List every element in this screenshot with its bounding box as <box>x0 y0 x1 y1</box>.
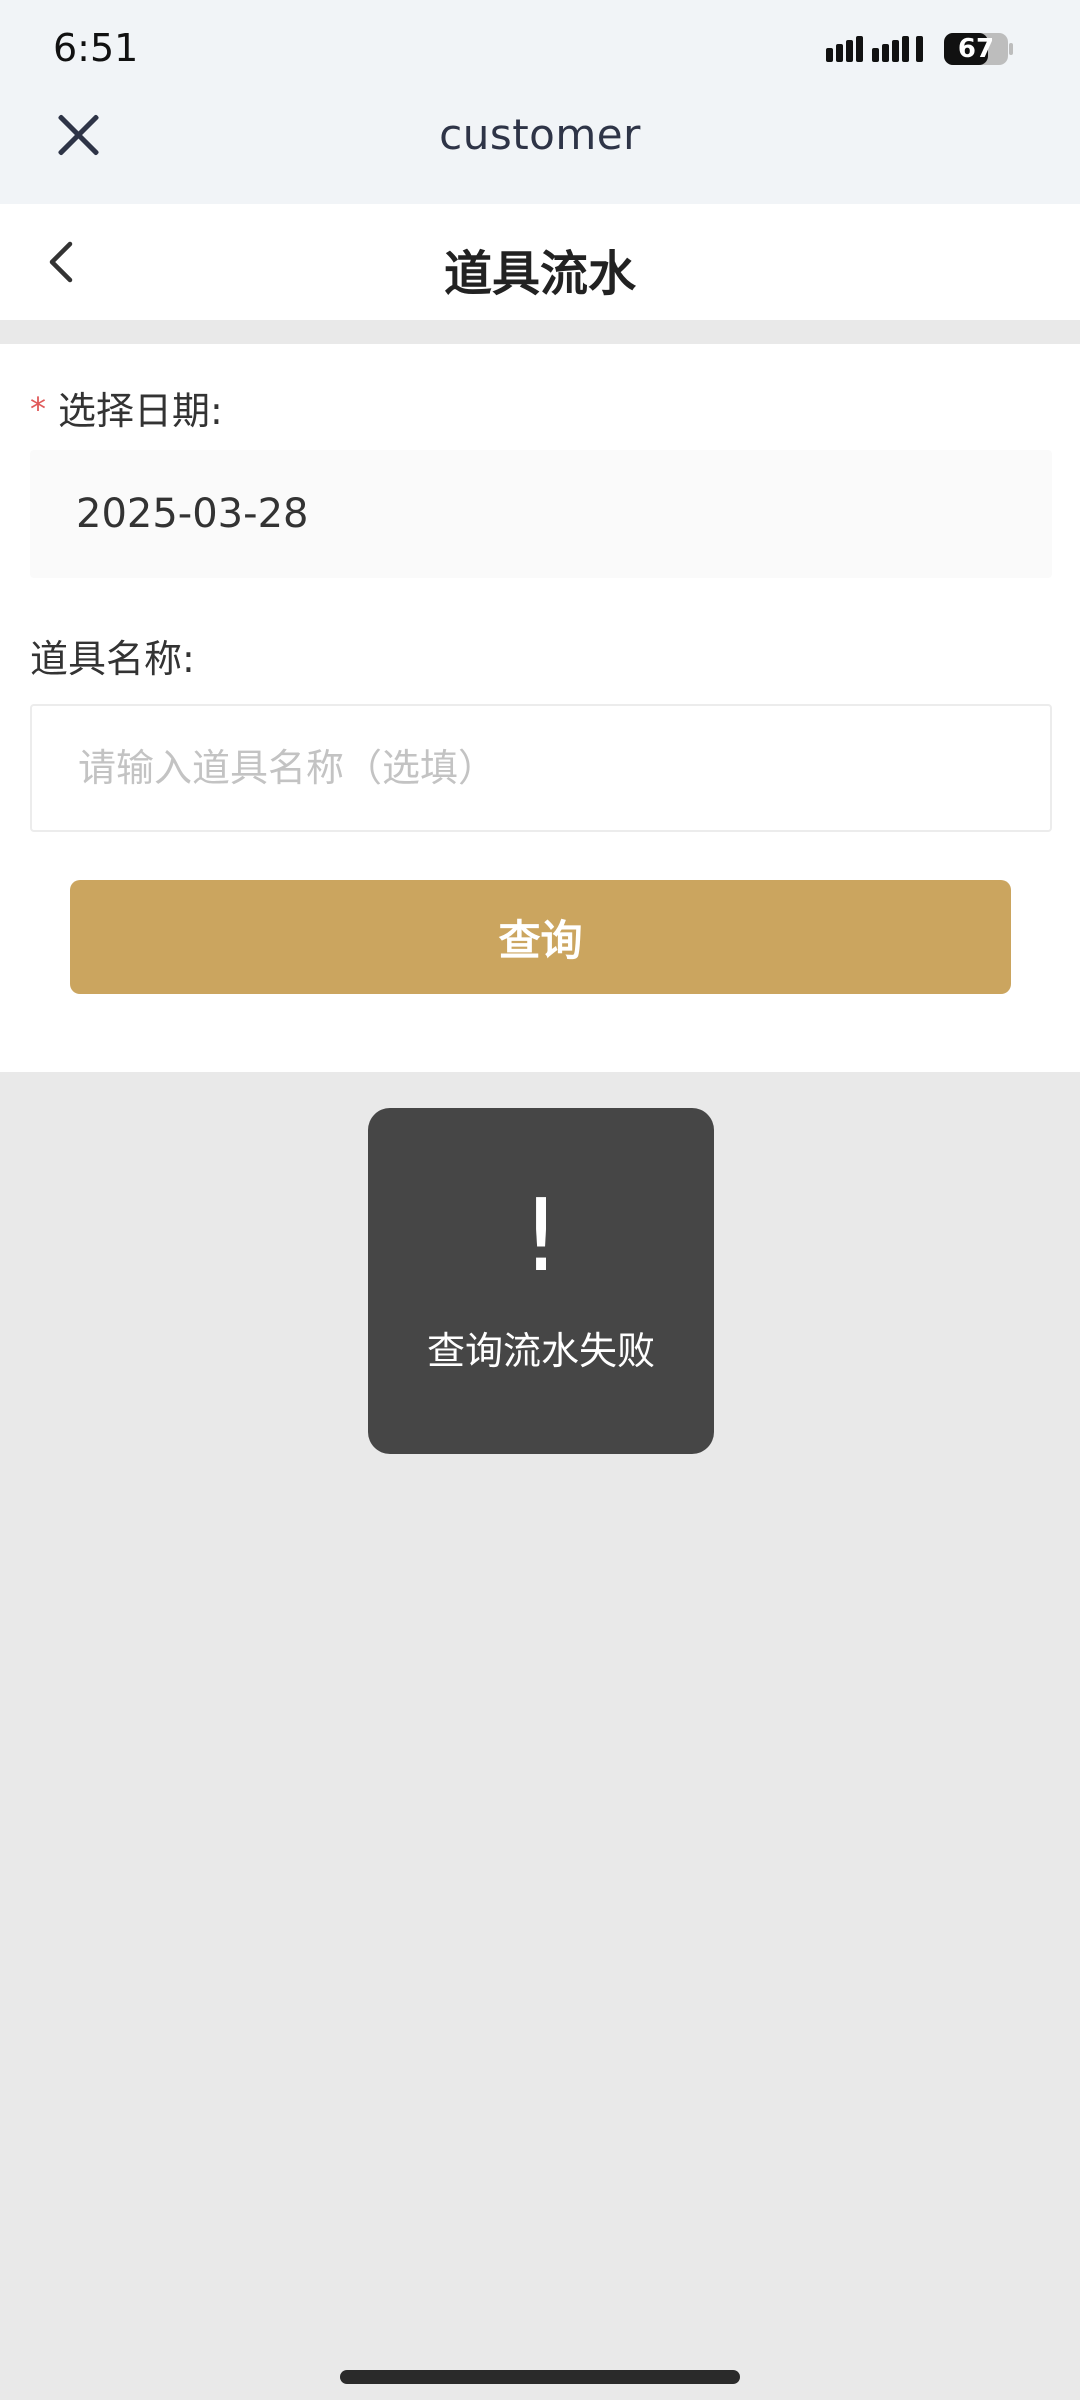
query-button[interactable]: 查询 <box>70 880 1011 994</box>
battery-icon: 67 <box>944 32 1014 66</box>
exclamation-icon: ! <box>520 1177 562 1294</box>
section-divider <box>0 320 1080 344</box>
nav-bar: 道具流水 <box>0 204 1080 320</box>
required-mark: * <box>30 390 46 428</box>
query-form: * 选择日期: 2025-03-28 道具名称: 查询 <box>0 344 1080 1072</box>
toast-message: 查询流水失败 <box>426 1329 655 1373</box>
home-indicator[interactable] <box>340 2370 740 2384</box>
item-name-input[interactable] <box>30 704 1052 832</box>
name-label: 道具名称: <box>30 637 195 681</box>
date-label: * 选择日期: <box>30 380 223 435</box>
webview-header: 6:51 67 customer <box>0 0 1080 204</box>
webview-title: customer <box>439 110 641 159</box>
date-label-text: 选择日期: <box>58 389 223 433</box>
error-toast: ! 查询流水失败 <box>368 1108 714 1454</box>
signal-bars-icon <box>826 36 923 62</box>
date-value: 2025-03-28 <box>76 491 309 537</box>
page-title: 道具流水 <box>443 246 636 302</box>
date-picker-field[interactable]: 2025-03-28 <box>30 450 1052 578</box>
app-screen: 6:51 67 customer 道具流水 * 选择日期: 2025-03-28… <box>0 0 1080 2400</box>
battery-level: 67 <box>957 34 995 64</box>
status-time: 6:51 <box>53 26 139 70</box>
